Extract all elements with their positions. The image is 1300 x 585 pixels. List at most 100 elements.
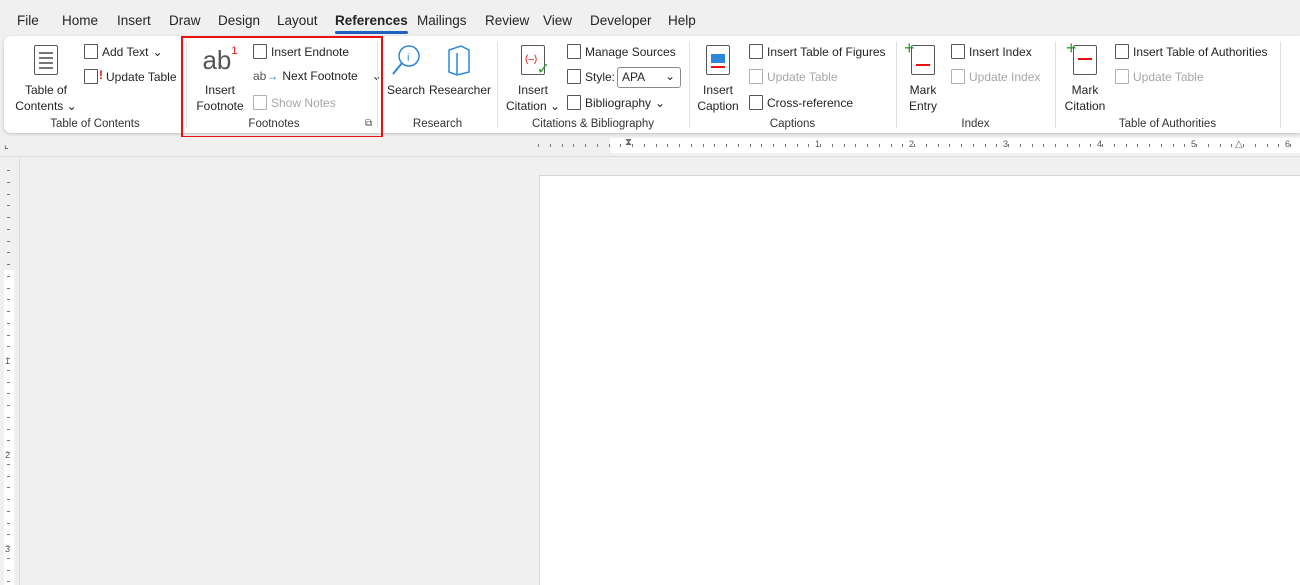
ruler-tick — [7, 581, 10, 583]
update-table-figures-button[interactable]: Update Table — [749, 69, 838, 84]
tab-home[interactable]: Home — [62, 13, 98, 28]
label: Style: — [585, 69, 616, 84]
update-table-button[interactable]: ! Update Table — [84, 68, 177, 84]
group-label-research: Research — [412, 118, 463, 130]
mark-citation-button[interactable]: + Mark Citation — [1062, 39, 1108, 114]
search-button[interactable]: i Search — [386, 42, 426, 98]
ruler-tick — [914, 144, 915, 147]
update-toa-button[interactable]: Update Table — [1115, 69, 1204, 84]
ruler-tick — [996, 144, 998, 147]
ruler-tick — [7, 193, 10, 195]
ruler-tick — [7, 369, 10, 371]
ruler-tick — [7, 440, 10, 442]
tab-selector[interactable]: ⌞ — [4, 140, 9, 151]
chevron-down-icon: ⌄ — [152, 44, 163, 59]
label: Mark — [1071, 83, 1099, 97]
label: Update Index — [969, 69, 1041, 84]
ruler-tick — [937, 144, 939, 147]
ruler-tick — [1078, 144, 1080, 147]
ruler-tick — [1266, 144, 1268, 147]
tab-help[interactable]: Help — [668, 13, 696, 28]
ruler-tick — [1172, 144, 1174, 147]
ruler-tick — [1219, 144, 1221, 147]
ruler-tick — [773, 144, 774, 147]
ruler-tick — [972, 144, 974, 147]
ruler-tick — [784, 144, 786, 147]
table-of-contents-button[interactable]: Table of Contents ⌄ — [14, 42, 78, 114]
tab-draw[interactable]: Draw — [169, 13, 201, 28]
cross-reference-button[interactable]: Cross-reference — [749, 95, 853, 110]
ruler-tick — [7, 452, 10, 453]
ruler-tick — [7, 405, 10, 406]
ruler-tick — [925, 144, 927, 147]
ruler-tick — [7, 358, 10, 359]
tab-design[interactable]: Design — [218, 13, 260, 28]
manage-sources-button[interactable]: Manage Sources — [567, 44, 676, 59]
insert-citation-button[interactable]: (–) ✓ Insert Citation ⌄ — [504, 42, 562, 114]
right-indent-marker-icon[interactable]: △ — [1235, 139, 1243, 150]
insert-toa-icon — [1115, 44, 1129, 59]
tab-layout[interactable]: Layout — [277, 13, 318, 28]
ruler-tick — [7, 311, 10, 312]
ruler-tick — [7, 322, 10, 324]
update-table-icon — [749, 69, 763, 84]
tab-references[interactable]: References — [335, 13, 408, 34]
ruler-tick — [1008, 144, 1009, 147]
update-index-button[interactable]: Update Index — [951, 69, 1040, 84]
style-icon — [567, 69, 581, 84]
update-table-icon — [1115, 69, 1129, 84]
tab-file[interactable]: File — [17, 13, 39, 28]
tab-review[interactable]: Review — [485, 13, 529, 28]
document-icon — [34, 45, 58, 75]
cross-reference-icon — [749, 95, 763, 110]
citation-style-select[interactable]: APA ⌄ — [617, 67, 681, 88]
ruler-tick — [7, 463, 10, 465]
ruler-tick — [7, 264, 10, 265]
citation-icon: (–) ✓ — [521, 45, 550, 78]
ruler-tick — [7, 240, 10, 242]
tab-insert[interactable]: Insert — [117, 13, 151, 28]
manage-sources-icon — [567, 44, 581, 59]
label: Insert — [517, 83, 548, 97]
tab-view[interactable]: View — [543, 13, 572, 28]
search-icon: i — [386, 42, 426, 78]
ruler-tick — [1043, 144, 1045, 147]
ruler-tick — [549, 144, 551, 147]
insert-caption-button[interactable]: Insert Caption — [695, 42, 741, 114]
ruler-tick — [867, 144, 868, 147]
vertical-ruler[interactable]: 1 2 3 — [0, 158, 18, 585]
ruler-tick — [7, 170, 10, 171]
indent-marker-icon[interactable]: ⧗ — [625, 137, 632, 148]
add-text-icon — [84, 44, 98, 59]
document-page[interactable] — [539, 175, 1300, 585]
divider — [689, 42, 690, 128]
ruler-tick — [7, 522, 10, 524]
ruler-tick — [1149, 144, 1150, 147]
mark-entry-icon: + — [904, 39, 935, 75]
horizontal-ruler[interactable]: 1 2 3 4 5 6 ⧗ △ — [20, 137, 1300, 155]
ruler-tick — [1160, 144, 1162, 147]
ruler-tick — [7, 416, 10, 418]
insert-toa-button[interactable]: Insert Table of Authorities — [1115, 44, 1268, 59]
mark-entry-button[interactable]: + Mark Entry — [903, 39, 943, 114]
ruler-tick — [820, 144, 821, 147]
researcher-button[interactable]: Researcher — [429, 42, 492, 98]
ruler-tick — [7, 299, 10, 301]
label: Researcher — [429, 83, 492, 97]
add-text-button[interactable]: Add Text ⌄ — [84, 44, 163, 59]
ruler-tick — [855, 144, 857, 147]
insert-table-of-figures-button[interactable]: Insert Table of Figures — [749, 44, 886, 59]
ruler-tick — [655, 144, 657, 147]
label: Update Table — [1133, 69, 1204, 84]
ruler-tick — [961, 144, 962, 147]
ruler-tick — [796, 144, 798, 147]
bibliography-button[interactable]: Bibliography ⌄ — [567, 95, 665, 110]
label: Mark — [909, 83, 937, 97]
tab-mailings[interactable]: Mailings — [417, 13, 467, 28]
divider — [497, 42, 498, 128]
tab-developer[interactable]: Developer — [590, 13, 652, 28]
ruler-tick — [7, 557, 10, 559]
insert-index-button[interactable]: Insert Index — [951, 44, 1032, 59]
ruler-tick — [714, 144, 716, 147]
ruler-tick — [561, 144, 563, 147]
